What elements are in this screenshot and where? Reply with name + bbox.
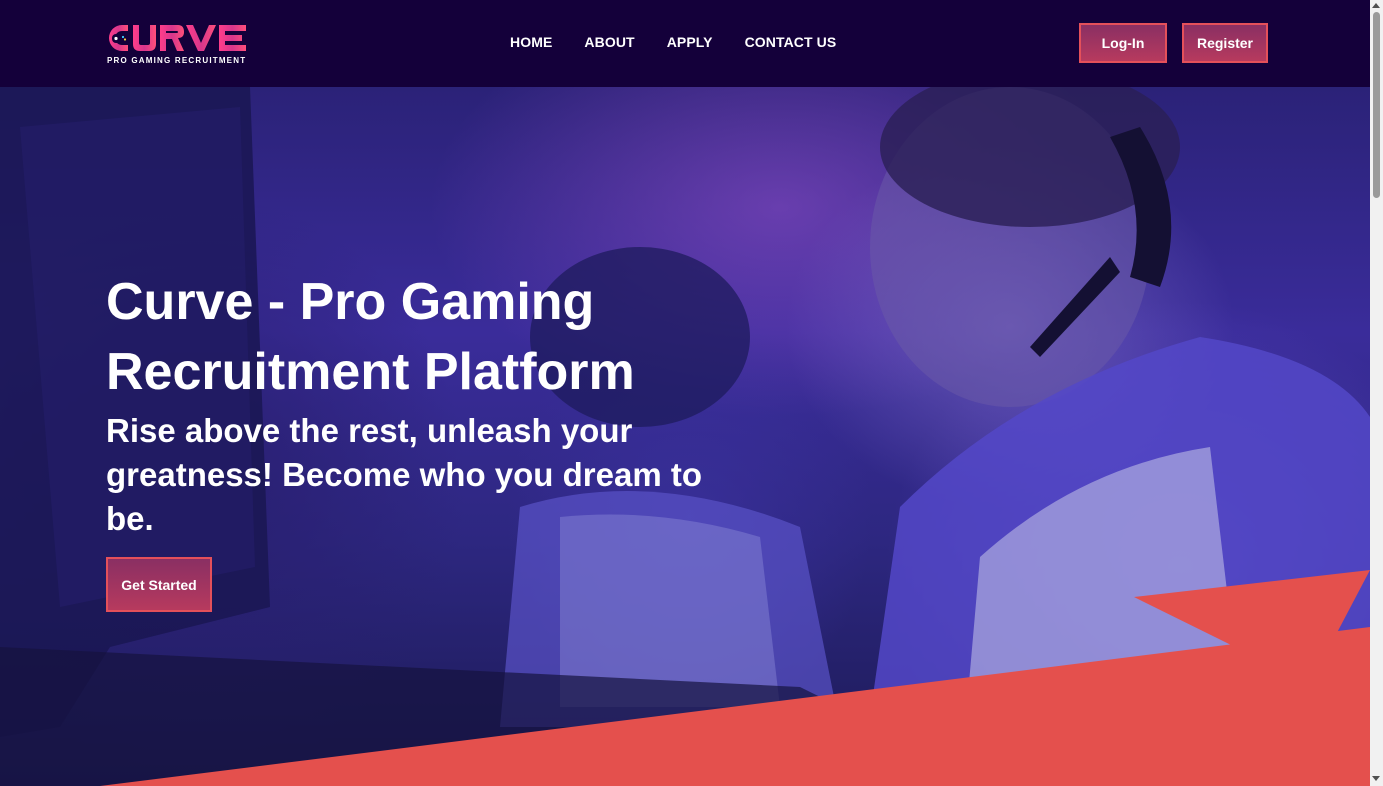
scroll-up-arrow-icon[interactable]: [1372, 3, 1380, 8]
site-header: PRO GAMING RECRUITMENT HOME ABOUT APPLY …: [0, 0, 1370, 87]
hero-subtitle: Rise above the rest, unleash your greatn…: [106, 412, 702, 537]
brand-tagline: PRO GAMING RECRUITMENT: [107, 56, 247, 65]
main-nav: HOME ABOUT APPLY CONTACT US: [510, 34, 868, 50]
login-button[interactable]: Log-In: [1079, 23, 1167, 63]
nav-contact-us[interactable]: CONTACT US: [745, 34, 837, 50]
nav-home[interactable]: HOME: [510, 34, 552, 50]
scrollbar-thumb[interactable]: [1373, 12, 1380, 198]
hero-title: Curve - Pro Gaming Recruitment Platform: [106, 273, 635, 401]
hero-content: Curve - Pro Gaming Recruitment Platform …: [106, 267, 726, 612]
register-button[interactable]: Register: [1182, 23, 1268, 63]
scroll-down-arrow-icon[interactable]: [1372, 776, 1380, 781]
nav-apply[interactable]: APPLY: [667, 34, 713, 50]
get-started-button[interactable]: Get Started: [106, 557, 212, 612]
vertical-scrollbar[interactable]: [1370, 0, 1383, 786]
hero-section: Curve - Pro Gaming Recruitment Platform …: [0, 87, 1370, 786]
brand-logo[interactable]: PRO GAMING RECRUITMENT: [104, 22, 249, 66]
curve-logo-icon: [109, 25, 246, 51]
nav-about[interactable]: ABOUT: [584, 34, 634, 50]
